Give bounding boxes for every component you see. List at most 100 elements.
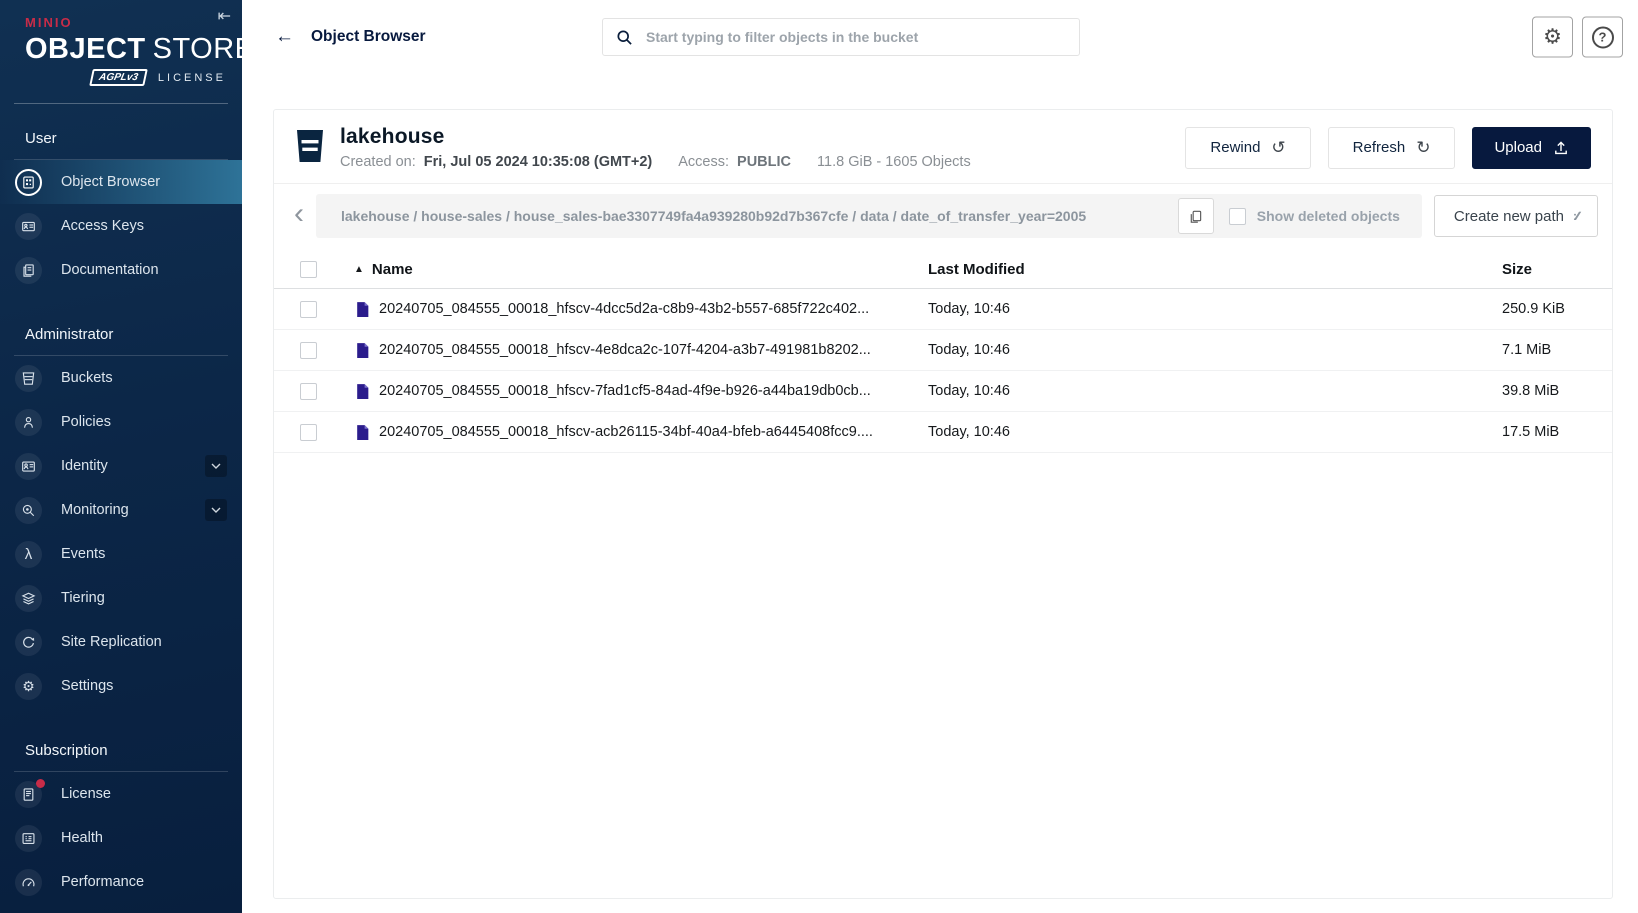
section-title-user: User bbox=[14, 130, 228, 160]
sidebar-item-label: Performance bbox=[61, 874, 144, 890]
access-value: PUBLIC bbox=[737, 154, 791, 170]
bucket-usage: 11.8 GiB - 1605 Objects bbox=[817, 154, 971, 170]
created-on-label: Created on: bbox=[340, 154, 416, 170]
column-header-size: Size bbox=[1502, 261, 1612, 278]
sidebar-item-label: Identity bbox=[61, 458, 108, 474]
column-header-last-modified: Last Modified bbox=[928, 261, 1502, 278]
sidebar-section-administrator: Administrator Buckets Policies Identity bbox=[0, 326, 242, 708]
path-icon: :∕∕ bbox=[1573, 209, 1578, 223]
sidebar-item-performance[interactable]: Performance bbox=[0, 860, 242, 904]
upload-icon bbox=[1553, 140, 1569, 156]
refresh-button[interactable]: Refresh ↻ bbox=[1328, 127, 1456, 169]
gear-icon: ⚙ bbox=[1543, 27, 1562, 48]
sidebar-item-label: Buckets bbox=[61, 370, 113, 386]
sidebar-section-user: User Object Browser Access Keys Document… bbox=[0, 130, 242, 292]
breadcrumb-back-chevron[interactable]: ‹ bbox=[294, 202, 304, 230]
breadcrumb-row: ‹ lakehouse / house-sales / house_sales-… bbox=[274, 184, 1612, 248]
sidebar-item-tiering[interactable]: Tiering bbox=[0, 576, 242, 620]
row-checkbox[interactable] bbox=[300, 301, 317, 318]
sidebar-item-object-browser[interactable]: Object Browser bbox=[0, 160, 242, 204]
events-lambda-icon: λ bbox=[15, 541, 42, 568]
access-label: Access: bbox=[678, 154, 729, 170]
search-input[interactable] bbox=[644, 28, 1066, 46]
table-header-row: ▲ Name Last Modified Size bbox=[274, 251, 1612, 289]
sidebar-collapse-icon[interactable]: ⇤ bbox=[218, 6, 231, 26]
filter-objects-search[interactable] bbox=[602, 18, 1080, 56]
sidebar-item-license[interactable]: License bbox=[0, 772, 242, 816]
settings-gear-icon: ⚙ bbox=[15, 673, 42, 700]
object-last-modified: Today, 10:46 bbox=[928, 342, 1502, 358]
object-browser-icon bbox=[15, 169, 42, 196]
site-replication-icon bbox=[15, 629, 42, 656]
select-all-checkbox[interactable] bbox=[300, 261, 317, 278]
license-icon bbox=[15, 781, 42, 808]
monitoring-icon bbox=[15, 497, 42, 524]
help-button[interactable]: ? bbox=[1582, 17, 1623, 58]
breadcrumb-path: lakehouse / house-sales / house_sales-ba… bbox=[341, 208, 1163, 224]
bucket-name: lakehouse bbox=[340, 125, 971, 149]
table-row[interactable]: 20240705_084555_00018_hfscv-7fad1cf5-84a… bbox=[274, 371, 1612, 412]
bucket-header: lakehouse Created on: Fri, Jul 05 2024 1… bbox=[274, 110, 1612, 183]
main-area: ← Object Browser ⚙ ? lakeho bbox=[242, 0, 1638, 913]
column-header-name[interactable]: ▲ Name bbox=[344, 261, 928, 278]
copy-path-button[interactable] bbox=[1178, 198, 1214, 234]
settings-button[interactable]: ⚙ bbox=[1532, 17, 1573, 58]
created-on-value: Fri, Jul 05 2024 10:35:08 (GMT+2) bbox=[424, 154, 652, 170]
sidebar-item-site-replication[interactable]: Site Replication bbox=[0, 620, 242, 664]
object-size: 17.5 MiB bbox=[1502, 424, 1612, 440]
section-title-subscription: Subscription bbox=[14, 742, 228, 772]
object-name: 20240705_084555_00018_hfscv-4dcc5d2a-c8b… bbox=[379, 301, 869, 317]
upload-button[interactable]: Upload bbox=[1472, 127, 1591, 169]
back-arrow-icon[interactable]: ← bbox=[275, 26, 294, 48]
agpl-badge: AGPLv3 bbox=[89, 69, 148, 86]
object-last-modified: Today, 10:46 bbox=[928, 383, 1502, 399]
sidebar-item-settings[interactable]: ⚙ Settings bbox=[0, 664, 242, 708]
sidebar-item-label: Events bbox=[61, 546, 105, 562]
table-row[interactable]: 20240705_084555_00018_hfscv-4e8dca2c-107… bbox=[274, 330, 1612, 371]
sidebar-item-documentation[interactable]: Documentation bbox=[0, 248, 242, 292]
identity-expand-chevron-icon[interactable] bbox=[205, 455, 227, 477]
minio-logo: MINIO OBJECTSTORE AGPLv3 LICENSE bbox=[0, 0, 242, 86]
copy-icon bbox=[1188, 209, 1203, 224]
sidebar-item-label: Monitoring bbox=[61, 502, 129, 518]
rewind-icon: ↺ bbox=[1271, 139, 1285, 156]
file-icon bbox=[354, 342, 371, 359]
monitoring-expand-chevron-icon[interactable] bbox=[205, 499, 227, 521]
sidebar-item-health[interactable]: Health bbox=[0, 816, 242, 860]
sidebar-item-identity[interactable]: Identity bbox=[0, 444, 242, 488]
breadcrumb-box: lakehouse / house-sales / house_sales-ba… bbox=[316, 194, 1422, 238]
show-deleted-checkbox[interactable] bbox=[1229, 208, 1246, 225]
object-name: 20240705_084555_00018_hfscv-7fad1cf5-84a… bbox=[379, 383, 871, 399]
object-size: 7.1 MiB bbox=[1502, 342, 1612, 358]
object-name: 20240705_084555_00018_hfscv-acb26115-34b… bbox=[379, 424, 873, 440]
sidebar-item-access-keys[interactable]: Access Keys bbox=[0, 204, 242, 248]
sidebar-item-events[interactable]: λ Events bbox=[0, 532, 242, 576]
topbar: ← Object Browser ⚙ ? bbox=[242, 0, 1638, 74]
sidebar-item-monitoring[interactable]: Monitoring bbox=[0, 488, 242, 532]
sidebar-item-label: Access Keys bbox=[61, 218, 144, 234]
sidebar-item-policies[interactable]: Policies bbox=[0, 400, 242, 444]
search-icon bbox=[616, 29, 633, 46]
table-row[interactable]: 20240705_084555_00018_hfscv-4dcc5d2a-c8b… bbox=[274, 289, 1612, 330]
show-deleted-toggle: Show deleted objects bbox=[1229, 208, 1410, 225]
access-keys-icon bbox=[15, 213, 42, 240]
license-notification-dot bbox=[36, 779, 45, 788]
show-deleted-label: Show deleted objects bbox=[1257, 208, 1400, 224]
row-checkbox[interactable] bbox=[300, 342, 317, 359]
row-checkbox[interactable] bbox=[300, 424, 317, 441]
create-new-path-button[interactable]: Create new path :∕∕ bbox=[1434, 195, 1598, 237]
policies-icon bbox=[15, 409, 42, 436]
file-icon bbox=[354, 424, 371, 441]
sidebar-item-buckets[interactable]: Buckets bbox=[0, 356, 242, 400]
bucket-panel: lakehouse Created on: Fri, Jul 05 2024 1… bbox=[273, 109, 1613, 899]
sidebar-item-label: Documentation bbox=[61, 262, 159, 278]
identity-icon bbox=[15, 453, 42, 480]
object-size: 39.8 MiB bbox=[1502, 383, 1612, 399]
sidebar-item-label: Settings bbox=[61, 678, 113, 694]
health-icon bbox=[15, 825, 42, 852]
table-row[interactable]: 20240705_084555_00018_hfscv-acb26115-34b… bbox=[274, 412, 1612, 453]
row-checkbox[interactable] bbox=[300, 383, 317, 400]
documentation-icon bbox=[15, 257, 42, 284]
rewind-button[interactable]: Rewind ↺ bbox=[1185, 127, 1310, 169]
buckets-icon bbox=[15, 365, 42, 392]
